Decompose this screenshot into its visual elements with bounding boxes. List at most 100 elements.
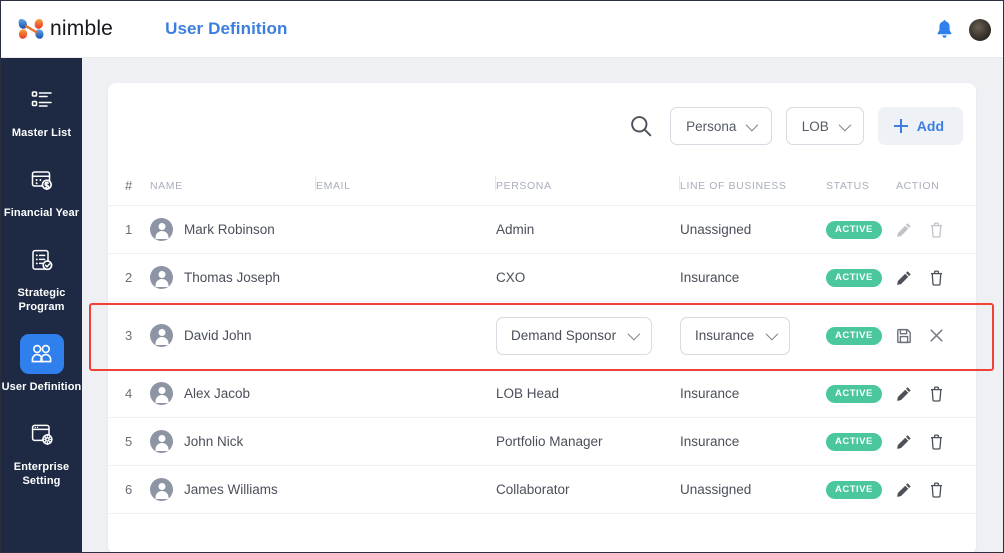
trash-icon[interactable] [929, 481, 944, 498]
sidebar-item-enterprise-setting[interactable]: Enterprise Setting [1, 414, 82, 488]
row-status-cell: ACTIVE [826, 301, 896, 370]
row-number: 6 [108, 465, 150, 514]
sidebar-item-label: Strategic Program [17, 287, 66, 313]
row-persona-cell: Demand Sponsor [496, 301, 680, 370]
lob-filter-dropdown[interactable]: LOB [785, 107, 864, 145]
sidebar-item-label: Master List [11, 127, 72, 139]
table-row[interactable]: 5 John Nick Portfolio Manager Insurance [108, 417, 976, 466]
row-name-cell: John Nick [150, 417, 316, 466]
row-status-cell: ACTIVE [826, 465, 896, 514]
row-number: 4 [108, 369, 150, 418]
lob-select[interactable]: Insurance [680, 316, 791, 355]
nimble-logo-icon [17, 16, 45, 42]
sidebar-item-strategic-program[interactable]: Strategic Program [1, 240, 82, 314]
row-number: 2 [108, 253, 150, 302]
sidebar-item-user-definition[interactable]: User Definition [1, 334, 82, 394]
column-header-num: # [108, 169, 150, 206]
lob-filter-label: LOB [801, 118, 829, 134]
pencil-icon[interactable] [896, 482, 912, 498]
row-actions-cell [896, 301, 976, 370]
search-icon[interactable] [628, 113, 654, 139]
row-number: 3 [108, 301, 150, 370]
row-lob-cell: Insurance [680, 301, 826, 370]
plus-icon [893, 119, 908, 133]
row-persona: Collaborator [496, 465, 680, 514]
row-actions-cell [896, 465, 976, 514]
trash-icon[interactable] [929, 221, 944, 238]
add-button-label: Add [916, 118, 944, 134]
row-number: 1 [108, 205, 150, 254]
row-actions-cell [896, 253, 976, 302]
avatar [150, 218, 173, 241]
table-body: 1 Mark Robinson Admin Unassigned ACTIVE … [108, 205, 976, 514]
list-icon [20, 80, 64, 120]
row-email-cell [316, 369, 496, 418]
chevron-down-icon [627, 327, 641, 341]
table-row[interactable]: 6 James Williams Collaborator Unassigned [108, 465, 976, 514]
users-table: # NAME EMAIL PERSONA LINE OF BUSINESS ST… [108, 169, 976, 514]
table-row[interactable]: 2 Thomas Joseph CXO Insurance ACTIVE [108, 253, 976, 302]
row-status-cell: ACTIVE [826, 205, 896, 254]
trash-icon[interactable] [929, 385, 944, 402]
table-row[interactable]: 4 Alex Jacob LOB Head Insurance ACTIVE [108, 369, 976, 418]
trash-icon[interactable] [929, 433, 944, 450]
user-avatar-icon[interactable] [969, 18, 991, 41]
row-name-cell: Mark Robinson [150, 205, 316, 254]
calendar-dollar-icon [20, 160, 64, 200]
pencil-icon[interactable] [896, 270, 912, 286]
row-status-cell: ACTIVE [826, 369, 896, 418]
sidebar: Master List Financial Year Strategic Pro… [1, 58, 82, 552]
status-badge: ACTIVE [826, 480, 882, 499]
status-badge: ACTIVE [826, 384, 882, 403]
pencil-icon[interactable] [896, 434, 912, 450]
avatar [150, 478, 173, 501]
row-lob: Unassigned [680, 465, 826, 514]
trash-icon[interactable] [929, 269, 944, 286]
column-header-name: NAME [150, 169, 316, 206]
row-name: James Williams [184, 482, 278, 497]
chevron-down-icon [765, 327, 779, 341]
row-actions-cell [896, 369, 976, 418]
row-status-cell: ACTIVE [826, 417, 896, 466]
chevron-down-icon [838, 118, 852, 131]
table-row[interactable]: 1 Mark Robinson Admin Unassigned ACTIVE [108, 205, 976, 254]
user-table-card: Persona LOB Add # NAME EMAIL PERSONA LIN… [108, 83, 976, 552]
row-email-cell [316, 205, 496, 254]
status-badge: ACTIVE [826, 268, 882, 287]
column-header-action: ACTION [896, 169, 976, 206]
persona-select-value: Demand Sponsor [511, 328, 617, 343]
row-actions-cell [896, 205, 976, 254]
close-icon[interactable] [929, 328, 944, 343]
brand-name: nimble [50, 17, 114, 40]
row-name-cell: David John [150, 301, 316, 370]
pencil-icon[interactable] [896, 222, 912, 238]
persona-filter-label: Persona [686, 118, 737, 134]
persona-filter-dropdown[interactable]: Persona [669, 107, 772, 145]
sidebar-item-label: Enterprise Setting [13, 461, 70, 487]
table-row-editing[interactable]: 3 David John Demand Sponsor Insurance AC… [108, 301, 976, 370]
row-email-cell [316, 465, 496, 514]
bell-icon[interactable] [936, 20, 953, 39]
status-badge: ACTIVE [826, 220, 882, 239]
row-name: Alex Jacob [184, 386, 251, 401]
row-name-cell: Alex Jacob [150, 369, 316, 418]
row-persona: Admin [496, 205, 680, 254]
add-button[interactable]: Add [877, 107, 963, 145]
avatar [150, 382, 173, 405]
row-persona: LOB Head [496, 369, 680, 418]
avatar [150, 266, 173, 289]
status-badge: ACTIVE [826, 326, 882, 345]
page-title: User Definition [165, 19, 288, 38]
row-name: Mark Robinson [184, 222, 275, 237]
sidebar-item-financial-year[interactable]: Financial Year [1, 160, 82, 220]
top-bar-actions [936, 1, 991, 58]
row-status-cell: ACTIVE [826, 253, 896, 302]
sidebar-item-label: User Definition [1, 381, 82, 393]
pencil-icon[interactable] [896, 386, 912, 402]
sidebar-item-master-list[interactable]: Master List [1, 80, 82, 140]
clipboard-check-icon [20, 240, 64, 280]
save-icon[interactable] [896, 328, 912, 344]
row-lob: Insurance [680, 253, 826, 302]
persona-select[interactable]: Demand Sponsor [496, 316, 653, 355]
brand-logo[interactable]: nimble [17, 16, 113, 42]
